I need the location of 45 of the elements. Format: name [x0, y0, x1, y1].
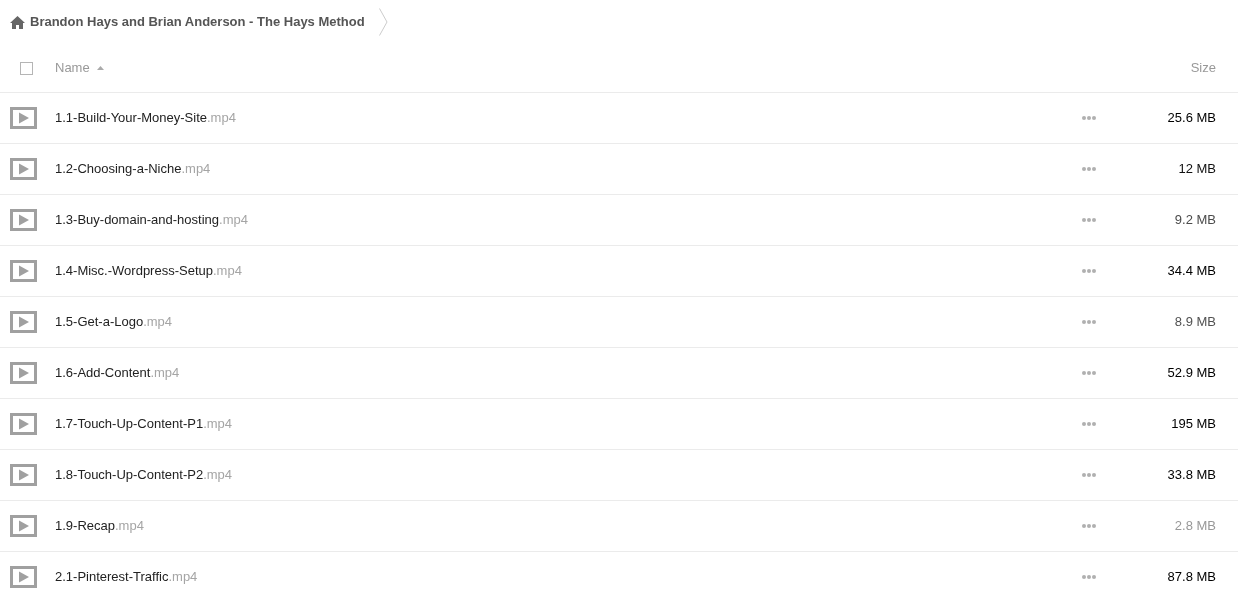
- video-play-icon[interactable]: [10, 209, 37, 231]
- chevron-icon: [378, 8, 388, 36]
- video-play-icon[interactable]: [10, 311, 37, 333]
- file-size: 87.8 MB: [1166, 568, 1216, 587]
- sort-ascending-icon[interactable]: [96, 66, 104, 70]
- file-size: 9.2 MB: [1173, 211, 1216, 230]
- more-actions-icon[interactable]: [1082, 320, 1096, 324]
- video-play-icon[interactable]: [10, 566, 37, 588]
- video-play-icon[interactable]: [10, 515, 37, 537]
- file-size: 2.8 MB: [1173, 517, 1216, 536]
- video-play-icon[interactable]: [10, 260, 37, 282]
- video-play-icon[interactable]: [10, 362, 37, 384]
- file-name-link[interactable]: 1.6-Add-Content.mp4: [55, 363, 180, 383]
- more-actions-icon[interactable]: [1082, 473, 1096, 477]
- file-name-link[interactable]: 1.5-Get-a-Logo.mp4: [55, 312, 173, 332]
- file-size: 12 MB: [1177, 160, 1216, 179]
- file-name-link[interactable]: 1.4-Misc.-Wordpress-Setup.mp4: [55, 261, 242, 281]
- more-actions-icon[interactable]: [1082, 422, 1096, 426]
- file-name-link[interactable]: 2.1-Pinterest-Traffic.mp4: [55, 567, 198, 587]
- file-name-link[interactable]: 1.1-Build-Your-Money-Site.mp4: [55, 108, 236, 128]
- video-play-icon[interactable]: [10, 158, 37, 180]
- file-size: 25.6 MB: [1166, 109, 1216, 128]
- file-name-link[interactable]: 1.2-Choosing-a-Niche.mp4: [55, 159, 211, 179]
- file-size: 34.4 MB: [1166, 262, 1216, 281]
- more-actions-icon[interactable]: [1082, 371, 1096, 375]
- file-size: 33.8 MB: [1166, 466, 1216, 485]
- more-actions-icon[interactable]: [1082, 575, 1096, 579]
- video-play-icon[interactable]: [10, 413, 37, 435]
- file-size: 195 MB: [1170, 415, 1216, 434]
- file-size: 52.9 MB: [1166, 364, 1216, 383]
- file-name-link[interactable]: 1.9-Recap.mp4: [55, 516, 144, 536]
- file-name-link[interactable]: 1.7-Touch-Up-Content-P1.mp4: [55, 414, 233, 434]
- more-actions-icon[interactable]: [1082, 116, 1096, 120]
- more-actions-icon[interactable]: [1082, 269, 1096, 273]
- more-actions-icon[interactable]: [1082, 167, 1096, 171]
- file-size: 8.9 MB: [1173, 313, 1216, 332]
- home-icon[interactable]: [10, 15, 25, 29]
- video-play-icon[interactable]: [10, 107, 37, 129]
- breadcrumb-folder-link[interactable]: Brandon Hays and Brian Anderson - The Hays Method: [30, 12, 365, 32]
- video-play-icon[interactable]: [10, 464, 37, 486]
- more-actions-icon[interactable]: [1082, 218, 1096, 222]
- more-actions-icon[interactable]: [1082, 524, 1096, 528]
- file-name-link[interactable]: 1.3-Buy-domain-and-hosting.mp4: [55, 210, 248, 230]
- file-name-link[interactable]: 1.8-Touch-Up-Content-P2.mp4: [55, 465, 233, 485]
- select-all-checkbox[interactable]: [20, 61, 33, 75]
